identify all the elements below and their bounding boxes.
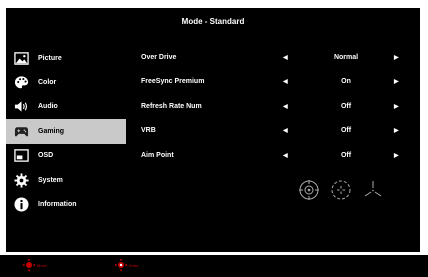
left-arrow-icon[interactable]: ◀	[283, 119, 288, 143]
sidebar-item-picture[interactable]: Picture	[6, 46, 126, 70]
joystick-enter-icon	[114, 258, 128, 272]
footer-bar: Move Enter	[0, 255, 428, 277]
enter-hint: Enter	[114, 258, 139, 272]
osd-icon	[13, 148, 29, 164]
sidebar-item-color[interactable]: Color	[6, 70, 126, 94]
settings-panel: Over Drive ◀ Normal ▶ FreeSync Premium ◀…	[126, 46, 420, 168]
aim-point-options	[298, 179, 384, 206]
right-arrow-icon[interactable]: ▶	[394, 144, 399, 168]
setting-label: Aim Point	[141, 151, 174, 159]
right-arrow-icon[interactable]: ▶	[394, 95, 399, 119]
palette-icon	[13, 75, 29, 91]
info-icon	[13, 197, 29, 213]
sidebar-item-information[interactable]: Information	[6, 192, 126, 216]
setting-label: Over Drive	[141, 54, 177, 61]
gear-icon	[13, 172, 29, 188]
setting-aim-point[interactable]: Aim Point ◀ Off ▶	[126, 144, 420, 168]
setting-label: VRB	[141, 127, 156, 135]
sidebar-item-audio[interactable]: Audio	[6, 95, 126, 119]
setting-value: Normal	[333, 54, 359, 61]
sidebar-item-system[interactable]: System	[6, 168, 126, 192]
joystick-move-icon	[22, 258, 36, 272]
left-arrow-icon[interactable]: ◀	[283, 144, 288, 168]
right-arrow-icon[interactable]: ▶	[394, 46, 399, 70]
setting-value: Off	[340, 102, 352, 110]
left-arrow-icon[interactable]: ◀	[283, 46, 288, 70]
sidebar-item-osd[interactable]: OSD	[6, 144, 126, 168]
sidebar-item-label: Audio	[38, 103, 58, 111]
setting-value: On	[341, 78, 351, 86]
setting-label: Refresh Rate Num	[141, 102, 202, 110]
sidebar-item-label: Color	[38, 79, 57, 87]
setting-value: Off	[340, 127, 352, 135]
enter-label: Enter	[129, 262, 139, 268]
osd-menu: Mode - Standard Picture Color Audio Gami…	[6, 8, 420, 252]
sidebar-item-label: Information	[38, 201, 77, 209]
left-arrow-icon[interactable]: ◀	[283, 95, 288, 119]
gamepad-icon	[13, 123, 29, 139]
move-hint: Move	[22, 258, 47, 272]
sidebar-item-label: System	[38, 176, 63, 184]
speaker-icon	[13, 99, 29, 115]
setting-freesync-premium[interactable]: FreeSync Premium ◀ On ▶	[126, 70, 420, 94]
right-arrow-icon[interactable]: ▶	[394, 70, 399, 94]
menu-title: Mode - Standard	[181, 17, 245, 26]
sidebar-item-label: OSD	[38, 152, 54, 160]
crosshair-dashed-circle-icon[interactable]	[330, 179, 352, 206]
setting-vrb[interactable]: VRB ◀ Off ▶	[126, 119, 420, 143]
left-arrow-icon[interactable]: ◀	[283, 70, 288, 94]
right-arrow-icon[interactable]: ▶	[394, 119, 399, 143]
sidebar-item-label: Gaming	[38, 127, 65, 135]
sidebar-item-gaming[interactable]: Gaming	[6, 119, 126, 144]
setting-over-drive[interactable]: Over Drive ◀ Normal ▶	[126, 46, 420, 70]
picture-icon	[13, 50, 29, 66]
setting-refresh-rate-num[interactable]: Refresh Rate Num ◀ Off ▶	[126, 95, 420, 119]
sidebar: Picture Color Audio Gaming OSD System In…	[6, 46, 126, 217]
setting-label: FreeSync Premium	[141, 78, 205, 86]
crosshair-circle-dot-icon[interactable]	[298, 179, 320, 206]
crosshair-tri-line-icon[interactable]	[362, 179, 384, 206]
move-label: Move	[37, 262, 47, 268]
setting-value: Off	[340, 151, 352, 159]
sidebar-item-label: Picture	[38, 54, 62, 62]
